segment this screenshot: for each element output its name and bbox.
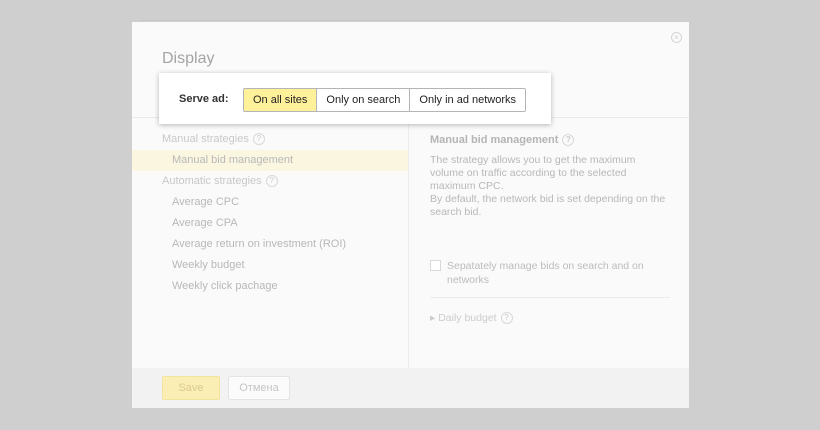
strategy-weekly-click-package[interactable]: Weekly click pachage bbox=[172, 280, 278, 292]
details-divider bbox=[430, 297, 670, 298]
separate-bids-checkbox[interactable] bbox=[430, 260, 441, 271]
help-icon[interactable]: ? bbox=[265, 175, 278, 188]
strategy-average-cpa[interactable]: Average CPA bbox=[172, 217, 238, 229]
column-divider bbox=[408, 118, 409, 368]
background-divider bbox=[140, 20, 560, 21]
help-icon[interactable]: ? bbox=[500, 312, 513, 325]
automatic-strategies-label: Automatic strategies bbox=[162, 175, 262, 187]
daily-budget-toggle[interactable]: ▸ Daily budget? bbox=[430, 312, 513, 325]
separate-bids-label[interactable]: Sepatately manage bids on search and on … bbox=[447, 259, 647, 287]
description-paragraph: By default, the network bid is set depen… bbox=[430, 193, 666, 218]
details-description: The strategy allows you to get the maxim… bbox=[430, 154, 666, 219]
close-icon[interactable]: × bbox=[671, 32, 682, 43]
serve-ad-selector: On all sites Only on search Only in ad n… bbox=[243, 88, 527, 112]
help-icon[interactable]: ? bbox=[252, 133, 265, 146]
save-button[interactable]: Save bbox=[162, 376, 220, 400]
option-on-all-sites[interactable]: On all sites bbox=[244, 89, 317, 111]
triangle-right-icon: ▸ bbox=[430, 312, 436, 324]
serve-ad-popup: Serve ad: On all sites Only on search On… bbox=[159, 73, 551, 124]
strategy-average-roi[interactable]: Average return on investment (ROI) bbox=[172, 238, 346, 250]
manual-strategies-heading: Manual strategies? bbox=[162, 133, 265, 146]
serve-ad-label: Serve ad: bbox=[179, 93, 229, 105]
strategy-average-cpc[interactable]: Average CPC bbox=[172, 196, 239, 208]
cancel-button[interactable]: Отмена bbox=[228, 376, 290, 400]
option-only-on-search[interactable]: Only on search bbox=[316, 89, 410, 111]
automatic-strategies-heading: Automatic strategies? bbox=[162, 175, 278, 188]
strategy-manual-bid-management[interactable]: Manual bid management bbox=[172, 154, 293, 166]
description-paragraph: The strategy allows you to get the maxim… bbox=[430, 154, 636, 192]
details-title: Manual bid management? bbox=[430, 134, 575, 147]
dialog-footer: Save Отмена bbox=[132, 368, 689, 408]
dialog-title: Display bbox=[162, 50, 215, 67]
daily-budget-label: Daily budget bbox=[438, 312, 497, 324]
help-icon[interactable]: ? bbox=[562, 134, 575, 147]
strategy-weekly-budget[interactable]: Weekly budget bbox=[172, 259, 245, 271]
option-only-in-ad-networks[interactable]: Only in ad networks bbox=[409, 89, 526, 111]
details-title-text: Manual bid management bbox=[430, 134, 559, 146]
manual-strategies-label: Manual strategies bbox=[162, 133, 249, 145]
